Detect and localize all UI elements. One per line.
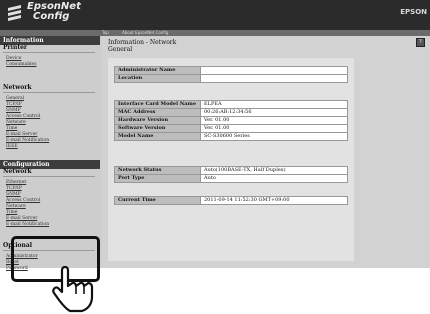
table-row: Software Version Ver. 01.00	[114, 124, 348, 133]
row-value: ELPEA	[200, 100, 348, 109]
help-icon[interactable]: ?	[416, 38, 425, 47]
sidebar-item-access-control[interactable]: Access Control	[6, 114, 40, 119]
page-subtitle: General	[108, 46, 133, 53]
sidebar: Information Printer Device Consumables N…	[0, 36, 100, 271]
hand-pointer-icon	[52, 265, 94, 313]
row-label: Administrator Name	[114, 66, 201, 75]
sidebar-item-ethernet[interactable]: Ethernet	[6, 180, 26, 185]
sidebar-item-general[interactable]: General	[6, 96, 24, 101]
row-label: Current Time	[114, 196, 201, 205]
brand-line2: Config	[33, 11, 70, 22]
row-value: Ver. 01.00	[200, 116, 348, 125]
browser-frame: EpsonNet Config EPSON Top About EpsonNet…	[0, 0, 430, 271]
sidebar-item-config-tcpip[interactable]: TCP/IP	[6, 186, 22, 191]
interface-table: Interface Card Model Name ELPEA MAC Addre…	[114, 100, 348, 141]
table-row: Network Status Auto(100BASE-TX, Half Dupl…	[114, 166, 348, 175]
sidebar-item-config-snmp[interactable]: SNMP	[6, 192, 21, 197]
table-row: Hardware Version Ver. 01.00	[114, 116, 348, 125]
sidebar-item-config-email-notification[interactable]: E-mail Notification	[6, 222, 49, 227]
sidebar-item-snmp[interactable]: SNMP	[6, 108, 21, 113]
divider	[3, 92, 95, 93]
page-title: Information - Network	[108, 39, 177, 46]
row-label: Location	[114, 74, 201, 83]
row-label: Software Version	[114, 124, 201, 133]
admin-table: Administrator Name Location	[114, 66, 348, 83]
sidebar-item-email-server[interactable]: E-mail Server	[6, 132, 37, 137]
row-label: Hardware Version	[114, 116, 201, 125]
info-content: Administrator Name Location Interface Ca…	[108, 58, 354, 261]
table-row: Current Time 2011-09-14 11:52:30 GMT+09:0…	[114, 196, 348, 205]
row-label: Model Name	[114, 132, 201, 141]
sidebar-item-config-netware[interactable]: Netware	[6, 204, 26, 209]
row-label: Port Type	[114, 174, 201, 183]
row-value: 00:26:AB:12:34:56	[200, 108, 348, 117]
row-value: Ver. 01.00	[200, 124, 348, 133]
divider	[3, 176, 95, 177]
sidebar-item-netware[interactable]: Netware	[6, 120, 26, 125]
row-value: 2011-09-14 11:52:30 GMT+09:00	[200, 196, 348, 205]
row-value	[200, 74, 348, 83]
row-value	[200, 66, 348, 75]
row-label: MAC Address	[114, 108, 201, 117]
sidebar-item-ieee[interactable]: IEEE	[6, 144, 18, 149]
sidebar-item-tcpip[interactable]: TCP/IP	[6, 102, 22, 107]
app-brand: EpsonNet Config	[27, 2, 81, 22]
sidebar-item-config-time[interactable]: Time	[6, 210, 17, 215]
table-row: Administrator Name	[114, 66, 348, 75]
sidebar-item-config-access-control[interactable]: Access Control	[6, 198, 40, 203]
table-row: Port Type Auto	[114, 174, 348, 183]
printer-title: Printer	[3, 44, 28, 51]
table-row: Model Name SC-S30600 Series	[114, 132, 348, 141]
epson-logo-icon	[8, 5, 21, 21]
network-status-table: Network Status Auto(100BASE-TX, Half Dupl…	[114, 166, 348, 183]
row-label: Network Status	[114, 166, 201, 175]
row-value: Auto(100BASE-TX, Half Duplex)	[200, 166, 348, 175]
sidebar-item-email-notification[interactable]: E-mail Notification	[6, 138, 49, 143]
sidebar-item-device[interactable]: Device	[6, 56, 21, 61]
sidebar-item-config-email-server[interactable]: E-mail Server	[6, 216, 37, 221]
row-label: Interface Card Model Name	[114, 100, 201, 109]
header-bar: EpsonNet Config EPSON	[0, 0, 430, 30]
sidebar-item-consumables[interactable]: Consumables	[6, 62, 37, 67]
row-value: SC-S30600 Series	[200, 132, 348, 141]
table-row: MAC Address 00:26:AB:12:34:56	[114, 108, 348, 117]
main-panel: Information - Network General ? Administ…	[102, 36, 430, 268]
network-config-title: Network	[3, 168, 32, 175]
table-row: Location	[114, 74, 348, 83]
row-value: Auto	[200, 174, 348, 183]
table-row: Interface Card Model Name ELPEA	[114, 100, 348, 109]
divider	[3, 52, 95, 53]
sidebar-item-time[interactable]: Time	[6, 126, 17, 131]
time-table: Current Time 2011-09-14 11:52:30 GMT+09:0…	[114, 196, 348, 205]
vendor-logo: EPSON	[400, 8, 427, 16]
network-info-title: Network	[3, 84, 32, 91]
